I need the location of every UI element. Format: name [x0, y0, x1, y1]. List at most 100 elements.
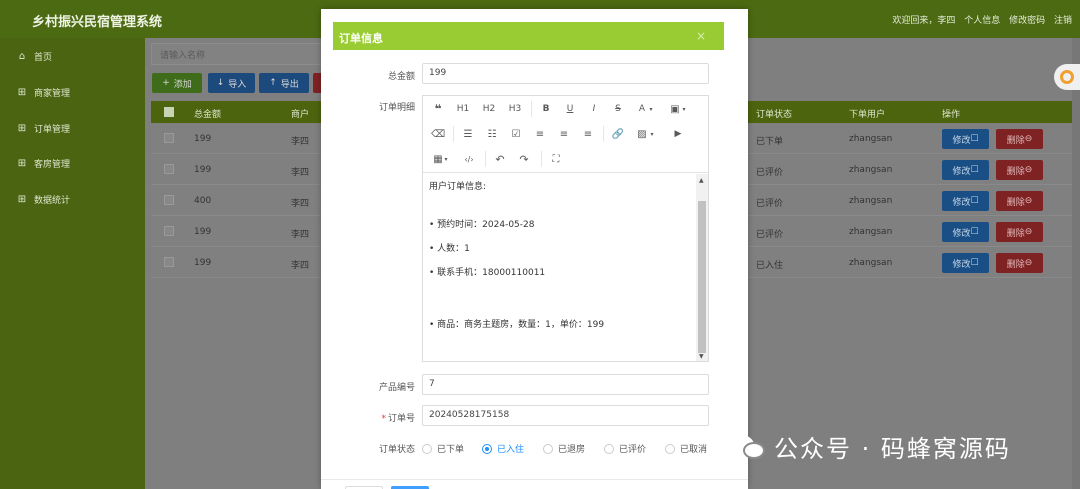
redo-icon[interactable]: ↷ [517, 152, 531, 166]
edit-button[interactable]: 修改 ☐ [942, 129, 989, 149]
todo-list-icon[interactable]: ☑ [509, 127, 523, 141]
link-icon[interactable]: 🔗 [611, 127, 625, 141]
h1-button[interactable]: H1 [455, 102, 471, 116]
sidebar-item-rooms[interactable]: ⊞ 客房管理 [16, 154, 70, 172]
edit-button[interactable]: 修改 ☐ [942, 160, 989, 180]
cell-user: zhangsan [849, 165, 893, 175]
delete-button[interactable]: 删除 ⊖ [996, 191, 1043, 211]
toolbar-divider [531, 101, 532, 117]
edit-button[interactable]: 修改 ☐ [942, 222, 989, 242]
cell-merchant: 李四 [291, 230, 310, 240]
grid-icon: ⊞ [17, 193, 27, 205]
background-color-icon[interactable]: ▣ [669, 102, 681, 116]
eraser-icon[interactable]: ⌫ [431, 127, 445, 141]
delete-button[interactable]: 删除 ⊖ [996, 160, 1043, 180]
chevron-down-icon[interactable]: ▾ [649, 127, 655, 141]
wechat-icon [728, 431, 766, 461]
sidebar-item-label: 客房管理 [34, 159, 71, 170]
radio-status-reviewed[interactable]: 已评价 [604, 442, 646, 455]
chevron-down-icon[interactable]: ▾ [681, 102, 687, 116]
undo-icon[interactable]: ↶ [493, 152, 507, 166]
cell-user: zhangsan [849, 196, 893, 206]
logout-link[interactable]: 注销 [1054, 16, 1072, 26]
radio-label: 已下单 [437, 445, 465, 455]
align-center-icon[interactable]: ≡ [557, 127, 571, 141]
import-button[interactable]: ↓ 导入 [208, 73, 255, 93]
scroll-up-icon[interactable]: ▲ [699, 177, 704, 184]
radio-status-checked-out[interactable]: 已退房 [543, 442, 585, 455]
cell-merchant: 李四 [291, 168, 310, 178]
total-input[interactable]: 199 [422, 63, 709, 84]
minus-circle-icon: ⊖ [1024, 258, 1033, 268]
cell-status: 已入住 [756, 261, 784, 271]
radio-label: 已退房 [558, 445, 586, 455]
order-no-input[interactable]: 20240528175158 [422, 405, 709, 426]
delete-button[interactable]: 删除 ⊖ [996, 129, 1043, 149]
h3-button[interactable]: H3 [507, 102, 523, 116]
delete-button[interactable]: 删除 ⊖ [996, 222, 1043, 242]
delete-button[interactable]: 删除 ⊖ [996, 253, 1043, 273]
minus-circle-icon: ⊖ [1024, 227, 1033, 237]
align-left-icon[interactable]: ≡ [533, 127, 547, 141]
underline-button[interactable]: U [563, 102, 577, 116]
arrow-down-icon: ↓ [216, 78, 225, 88]
quote-icon[interactable]: ❝ [431, 102, 445, 116]
cell-status: 已评价 [756, 168, 784, 178]
video-icon[interactable]: ▶ [671, 127, 685, 141]
select-all-checkbox[interactable] [164, 107, 174, 117]
column-header: 下单用户 [849, 110, 886, 120]
editor-scrollbar[interactable]: ▲ ▼ [696, 174, 708, 361]
change-password-link[interactable]: 修改密码 [1009, 16, 1045, 26]
h2-button[interactable]: H2 [481, 102, 497, 116]
strikethrough-button[interactable]: S [611, 102, 625, 116]
sidebar-item-statistics[interactable]: ⊞ 数据统计 [16, 190, 70, 208]
row-checkbox[interactable] [164, 133, 174, 143]
row-checkbox[interactable] [164, 195, 174, 205]
row-checkbox[interactable] [164, 257, 174, 267]
row-checkbox[interactable] [164, 226, 174, 236]
radio-status-placed[interactable]: 已下单 [422, 442, 464, 455]
radio-status-cancelled[interactable]: 已取消 [665, 442, 707, 455]
edit-button[interactable]: 修改 ☐ [942, 253, 989, 273]
close-icon[interactable]: × [696, 30, 706, 42]
editor-content[interactable]: 用户订单信息: • 预约时间：2024-05-28 • 人数：1 • 联系手机：… [423, 174, 696, 361]
add-button-label: 添加 [173, 79, 192, 90]
chevron-down-icon[interactable]: ▾ [648, 102, 654, 116]
numbered-list-icon[interactable]: ☷ [485, 127, 499, 141]
column-header: 操作 [942, 110, 961, 120]
app-title: 乡村振兴民宿管理系统 [32, 15, 163, 30]
fullscreen-icon[interactable]: ⛶ [549, 152, 563, 166]
product-input[interactable]: 7 [422, 374, 709, 395]
chevron-down-icon[interactable]: ▾ [443, 152, 449, 166]
bullet-list-icon[interactable]: ☰ [461, 127, 475, 141]
font-color-button[interactable]: A [635, 102, 649, 116]
export-button[interactable]: ↑ 导出 [259, 73, 309, 93]
cell-user: zhangsan [849, 134, 893, 144]
toolbar-divider [541, 151, 542, 167]
code-icon[interactable]: ‹/› [461, 152, 477, 166]
profile-link[interactable]: 个人信息 [964, 16, 1000, 26]
scrollbar-thumb[interactable] [698, 201, 706, 353]
align-right-icon[interactable]: ≡ [581, 127, 595, 141]
cell-merchant: 李四 [291, 137, 310, 147]
sidebar-item-merchants[interactable]: ⊞ 商家管理 [16, 83, 70, 101]
radio-dot [422, 443, 432, 454]
modal-title: 订单信息 [339, 32, 383, 45]
add-button[interactable]: + 添加 [152, 73, 202, 93]
edit-button[interactable]: 修改 ☐ [942, 191, 989, 211]
sidebar-item-label: 订单管理 [34, 124, 71, 135]
radio-status-checked-in[interactable]: 已入住 [482, 442, 524, 455]
grid-icon: ⊞ [17, 122, 27, 134]
minus-circle-icon: ⊖ [1024, 165, 1033, 175]
scroll-down-icon[interactable]: ▼ [699, 353, 704, 360]
image-icon[interactable]: ▨ [635, 127, 649, 141]
cell-user: zhangsan [849, 227, 893, 237]
row-checkbox[interactable] [164, 164, 174, 174]
italic-button[interactable]: I [587, 102, 601, 116]
arrow-up-icon: ↑ [269, 78, 277, 88]
sidebar-item-orders[interactable]: ⊞ 订单管理 [16, 119, 70, 137]
floating-assistant-button[interactable] [1054, 64, 1080, 90]
sidebar-item-home[interactable]: ⌂ 首页 [16, 47, 52, 65]
page-scrollbar[interactable] [1072, 38, 1080, 489]
bold-button[interactable]: B [539, 102, 553, 116]
